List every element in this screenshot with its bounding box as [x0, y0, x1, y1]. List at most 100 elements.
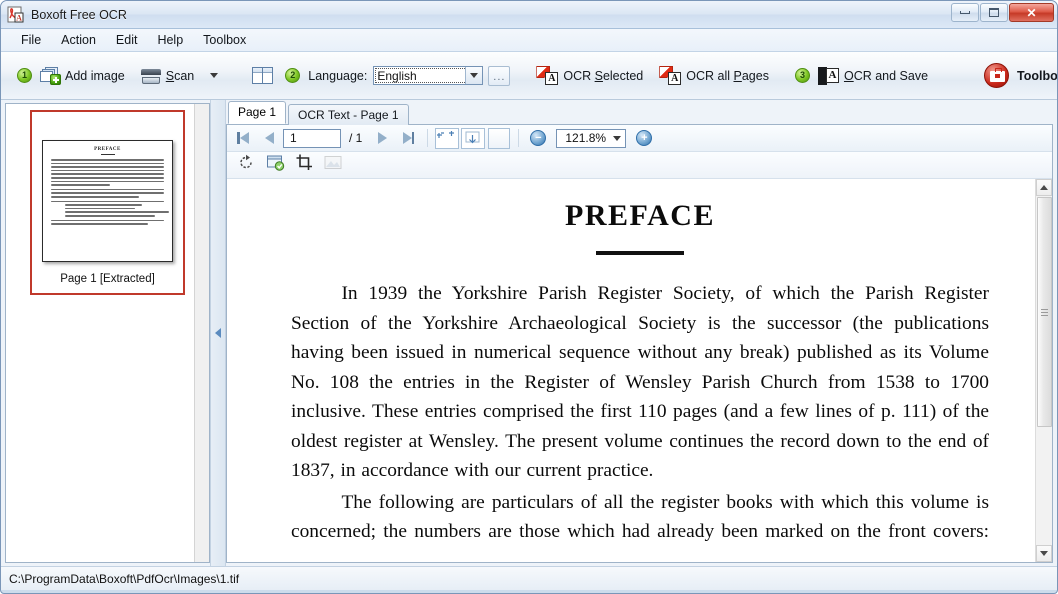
scan-dropdown-button[interactable]	[202, 68, 226, 83]
ocr-selected-icon: A	[536, 66, 559, 85]
actual-size-icon	[488, 127, 511, 149]
ocr-selected-label: OCR Selected	[563, 68, 644, 83]
minimize-button[interactable]	[951, 3, 979, 22]
next-page-button[interactable]	[370, 128, 394, 149]
document-vertical-scrollbar[interactable]	[1035, 179, 1052, 562]
rotate-button[interactable]	[233, 154, 259, 176]
thumbnail-preview: PREFACE	[42, 140, 173, 262]
page-navigation-bar: 1 / 1 − 121.8% +	[227, 125, 1052, 152]
window-controls: ✕	[951, 3, 1054, 22]
toolbar-group-input: 1 Add image Scan	[11, 52, 232, 99]
document-divider	[596, 251, 684, 255]
language-more-button[interactable]: ...	[488, 65, 511, 86]
thumbnail-scrollbar[interactable]	[194, 104, 209, 562]
tab-page-1[interactable]: Page 1	[228, 101, 287, 124]
page-layout-button[interactable]	[244, 62, 281, 89]
document-title: PREFACE	[565, 199, 715, 232]
thumbnail-item-page-1[interactable]: PREFACE Page 1 [Extracted]	[30, 110, 185, 295]
svg-text:A: A	[16, 13, 22, 22]
menu-item-help[interactable]: Help	[147, 31, 193, 49]
toolbox-icon	[984, 63, 1010, 88]
image-tool-button[interactable]	[320, 154, 346, 176]
document-paragraph: In 1939 the Yorkshire Parish Register So…	[291, 283, 989, 481]
ocr-all-pages-label: OCR all Pages	[686, 68, 769, 83]
tab-ocr-text-page-1[interactable]: OCR Text - Page 1	[288, 104, 409, 125]
toolbar-group-save: 3 A OCR and Save	[789, 52, 942, 99]
ocr-and-save-label: OCR and Save	[843, 68, 929, 83]
scroll-up-button[interactable]	[1036, 179, 1052, 196]
last-page-button[interactable]	[396, 128, 420, 149]
toolbox-button[interactable]: Toolbox	[972, 59, 1058, 92]
language-value: English	[377, 68, 417, 83]
scan-button[interactable]: Scan	[133, 63, 203, 89]
thumbnail-panel: PREFACE Page 1 [Extracted]	[5, 103, 210, 563]
menu-item-file[interactable]: File	[11, 31, 51, 49]
image-edit-bar	[227, 152, 1052, 179]
language-label: Language:	[308, 68, 368, 83]
crop-button[interactable]	[291, 154, 317, 176]
window-title: Boxoft Free OCR	[31, 7, 127, 22]
zoom-in-button[interactable]: +	[632, 128, 656, 149]
document-page: PREFACE In 1939 the Yorkshire Parish Reg…	[227, 179, 1035, 562]
language-select[interactable]: English	[373, 66, 484, 85]
caret-down-icon	[1040, 551, 1048, 556]
app-icon: A	[7, 6, 25, 24]
maximize-icon	[989, 8, 999, 17]
add-image-icon	[40, 67, 61, 85]
page-layout-icon	[252, 67, 274, 84]
page-number-input[interactable]: 1	[283, 128, 341, 148]
toolbar-group-ocr: A OCR Selected A OCR all Pages	[522, 52, 783, 99]
application-window: A Boxoft Free OCR ✕ File Action Edit Hel…	[0, 0, 1058, 594]
scan-label: Scan	[165, 68, 195, 83]
caret-up-icon	[1040, 185, 1048, 190]
toolbox-label: Toolbox	[1017, 68, 1058, 83]
menu-item-edit[interactable]: Edit	[106, 31, 148, 49]
status-file-path: C:\ProgramData\Boxoft\PdfOcr\Images\1.ti…	[9, 571, 240, 586]
main-body: PREFACE Page 1 [Extracted] Page 1 OCR Te…	[1, 100, 1057, 566]
title-bar: A Boxoft Free OCR ✕	[1, 1, 1057, 29]
chevron-down-icon[interactable]	[613, 135, 622, 141]
previous-page-button[interactable]	[257, 128, 281, 149]
step-3-badge: 3	[794, 68, 810, 83]
zoom-level-select[interactable]: 121.8%	[556, 128, 627, 148]
fit-width-button[interactable]	[461, 127, 486, 149]
zoom-level-value: 121.8%	[565, 131, 607, 145]
ocr-selected-button[interactable]: A OCR Selected	[528, 61, 651, 90]
ocr-and-save-icon: A	[817, 66, 839, 85]
page-total-label: / 1	[349, 131, 363, 145]
first-page-button[interactable]	[231, 128, 255, 149]
viewer-panel: Page 1 OCR Text - Page 1 1 / 1 − 121.8% …	[226, 100, 1057, 566]
ocr-all-pages-icon: A	[659, 66, 682, 85]
status-bar: C:\ProgramData\Boxoft\PdfOcr\Images\1.ti…	[1, 566, 1057, 590]
actual-size-button[interactable]	[487, 127, 511, 149]
add-image-button[interactable]: Add image	[32, 62, 133, 89]
ocr-all-pages-button[interactable]: A OCR all Pages	[651, 61, 777, 90]
minimize-icon	[960, 11, 970, 14]
fit-page-icon	[435, 127, 460, 149]
toolbar-group-toolbox: Toolbox	[948, 52, 1058, 99]
scrollbar-thumb[interactable]	[1036, 197, 1052, 427]
ocr-and-save-button[interactable]: A OCR and Save	[810, 62, 936, 90]
rescan-icon	[266, 154, 285, 176]
panel-splitter[interactable]	[210, 100, 226, 566]
fit-page-button[interactable]	[435, 127, 460, 149]
step-2-badge: 2	[285, 68, 301, 83]
image-icon	[324, 155, 343, 176]
viewer-frame: 1 / 1 − 121.8% + PREFACE In 1939 the Yor…	[226, 124, 1053, 563]
chevron-left-icon[interactable]	[215, 328, 221, 338]
chevron-down-icon[interactable]	[465, 67, 483, 84]
next-page-icon	[377, 132, 387, 144]
chevron-down-icon	[210, 73, 219, 78]
scroll-down-button[interactable]	[1036, 545, 1052, 562]
scrollbar-grip-icon	[1040, 307, 1048, 318]
maximize-button[interactable]	[980, 3, 1008, 22]
menu-item-toolbox[interactable]: Toolbox	[193, 31, 256, 49]
rescan-button[interactable]	[262, 154, 288, 176]
document-area: PREFACE In 1939 the Yorkshire Parish Reg…	[227, 179, 1052, 562]
main-toolbar: 1 Add image Scan 2 Language: English ...…	[1, 52, 1057, 100]
scanner-icon	[140, 68, 161, 84]
menu-bar: File Action Edit Help Toolbox	[1, 29, 1057, 52]
close-button[interactable]: ✕	[1009, 3, 1054, 22]
zoom-out-button[interactable]: −	[526, 128, 550, 149]
menu-item-action[interactable]: Action	[51, 31, 106, 49]
